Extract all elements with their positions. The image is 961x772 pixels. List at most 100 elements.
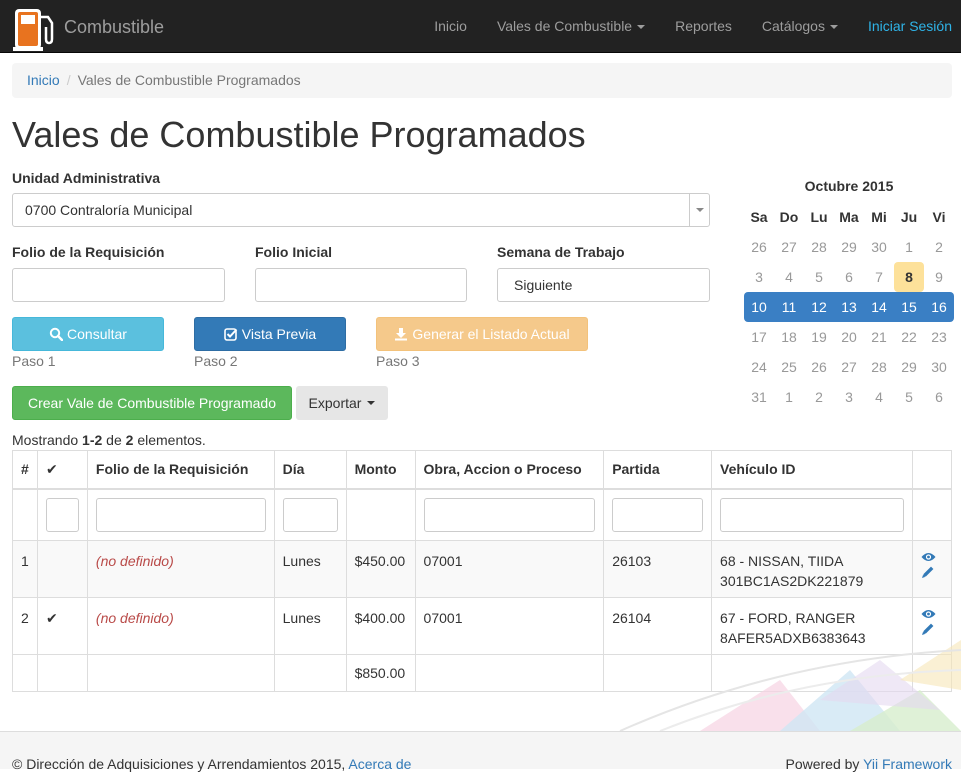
calendar-day[interactable]: 6 <box>924 382 954 412</box>
folio-filter-input[interactable] <box>95 497 266 532</box>
calendar-day[interactable]: 4 <box>864 382 894 412</box>
calendar-day[interactable]: 5 <box>894 382 924 412</box>
calendar-day[interactable]: 27 <box>774 232 804 262</box>
obra-filter-input[interactable] <box>423 497 596 532</box>
login-link[interactable]: Iniciar Sesión <box>853 0 961 53</box>
footer-powered: Powered by Yii Framework <box>785 756 952 772</box>
calendar-day[interactable]: 31 <box>744 382 774 412</box>
col-header-monto[interactable]: Monto <box>345 450 416 490</box>
col-header-partida[interactable]: Partida <box>603 450 713 490</box>
calendar-day[interactable]: 15 <box>894 292 924 322</box>
calendar-day[interactable]: 29 <box>894 352 924 382</box>
calendar-day[interactable]: 27 <box>834 352 864 382</box>
calendar-day[interactable]: 28 <box>864 352 894 382</box>
calendar-day[interactable]: 23 <box>924 322 954 352</box>
calendar-day[interactable]: 4 <box>774 262 804 292</box>
col-header-num[interactable]: # <box>12 450 38 490</box>
calendar-day[interactable]: 11 <box>774 292 804 322</box>
table-filter-row <box>12 488 953 541</box>
calendar-day[interactable]: 1 <box>774 382 804 412</box>
cell-folio: (no definido) <box>86 540 275 598</box>
col-header-dia[interactable]: Día <box>273 450 347 490</box>
nav-inicio-label: Inicio <box>434 18 467 34</box>
folio-inicial-input[interactable] <box>255 268 467 302</box>
fuel-pump-icon <box>13 9 54 51</box>
eye-icon[interactable] <box>921 551 936 563</box>
calendar-day[interactable]: 22 <box>894 322 924 352</box>
nav-catalogos-dropdown[interactable]: Catálogos <box>747 0 853 53</box>
calendar-grid: Sa Do Lu Ma Mi Ju Vi 26 27 28 29 30 1 2 3 4 5 6 7 8 9 10 11 12 1… <box>744 202 954 412</box>
col-header-check[interactable]: ✔ <box>36 450 88 490</box>
breadcrumb-home-link[interactable]: Inicio <box>27 72 60 88</box>
calendar-day[interactable]: 29 <box>834 232 864 262</box>
check-filter-input[interactable] <box>45 497 79 532</box>
col-header-folio[interactable]: Folio de la Requisición <box>86 450 275 490</box>
nav-vales-dropdown[interactable]: Vales de Combustible <box>482 0 660 53</box>
vehiculo-filter-input[interactable] <box>720 497 904 532</box>
yii-link[interactable]: Yii Framework <box>863 756 952 772</box>
paso-2-label: Paso 2 <box>194 353 238 369</box>
col-header-actions <box>911 450 953 490</box>
calendar-day[interactable]: 14 <box>864 292 894 322</box>
exportar-label: Exportar <box>308 395 362 411</box>
filter-cell-partida <box>603 488 713 541</box>
cell-num: 1 <box>12 540 38 598</box>
calendar-day[interactable]: 25 <box>774 352 804 382</box>
vista-previa-button[interactable]: Vista Previa <box>194 317 346 351</box>
calendar-day[interactable]: 13 <box>834 292 864 322</box>
calendar-day[interactable]: 7 <box>864 262 894 292</box>
calendar-day[interactable]: 3 <box>834 382 864 412</box>
calendar-day[interactable]: 18 <box>774 322 804 352</box>
calendar-day[interactable]: 20 <box>834 322 864 352</box>
summary-range: 1-2 <box>82 432 103 448</box>
crear-vale-button[interactable]: Crear Vale de Combustible Programado <box>12 386 292 420</box>
partida-filter-input[interactable] <box>612 497 704 532</box>
semana-select[interactable]: Siguiente <box>497 268 710 302</box>
calendar-day[interactable]: 6 <box>834 262 864 292</box>
calendar-day[interactable]: 21 <box>864 322 894 352</box>
folio-requisicion-input[interactable] <box>12 268 225 302</box>
filter-cell-vehiculo <box>711 488 913 541</box>
calendar-day[interactable]: 16 <box>924 292 954 322</box>
calendar-day[interactable]: 2 <box>924 232 954 262</box>
download-icon <box>395 328 408 341</box>
table-header-row: # ✔ Folio de la Requisición Día Monto Ob… <box>12 450 953 490</box>
acerca-de-link[interactable]: Acerca de <box>348 756 411 772</box>
consultar-button[interactable]: Consultar <box>12 317 164 351</box>
calendar-day[interactable]: 30 <box>864 232 894 262</box>
nav-catalogos-label: Catálogos <box>761 18 825 34</box>
unidad-select[interactable]: 0700 Contraloría Municipal <box>12 193 710 227</box>
calendar-day[interactable]: 3 <box>744 262 774 292</box>
calendar-day[interactable]: 30 <box>924 352 954 382</box>
eye-icon[interactable] <box>921 608 936 620</box>
calendar-day[interactable]: 5 <box>804 262 834 292</box>
calendar-day[interactable]: 1 <box>894 232 924 262</box>
paso-1-label: Paso 1 <box>12 353 56 369</box>
calendar-day[interactable]: 2 <box>804 382 834 412</box>
filter-cell-empty <box>12 488 38 541</box>
calendar-day[interactable]: 9 <box>924 262 954 292</box>
dia-filter-input[interactable] <box>282 497 338 532</box>
calendar-day[interactable]: 24 <box>744 352 774 382</box>
calendar-day[interactable]: 17 <box>744 322 774 352</box>
calendar-day[interactable]: 26 <box>744 232 774 262</box>
calendar-day[interactable]: 19 <box>804 322 834 352</box>
cell-check <box>36 540 88 598</box>
calendar-day[interactable]: 8 <box>894 262 924 292</box>
nav-inicio[interactable]: Inicio <box>419 0 482 53</box>
generar-listado-button[interactable]: Generar el Listado Actual <box>376 317 588 351</box>
pencil-icon[interactable] <box>921 565 935 579</box>
col-header-vehiculo[interactable]: Vehículo ID <box>711 450 913 490</box>
calendar-day[interactable]: 28 <box>804 232 834 262</box>
pencil-icon[interactable] <box>921 622 935 636</box>
exportar-dropdown-button[interactable]: Exportar <box>296 386 388 420</box>
calendar-day[interactable]: 26 <box>804 352 834 382</box>
nav-reportes[interactable]: Reportes <box>660 0 747 53</box>
calendar-day[interactable]: 12 <box>804 292 834 322</box>
paso-3-label: Paso 3 <box>376 353 420 369</box>
col-header-obra[interactable]: Obra, Accion o Proceso <box>414 450 605 490</box>
brand[interactable]: Combustible <box>12 3 164 51</box>
calendar-weekday: Mi <box>871 209 887 225</box>
calendar-day[interactable]: 10 <box>744 292 774 322</box>
folio-undefined-text: (no definido) <box>95 553 174 569</box>
